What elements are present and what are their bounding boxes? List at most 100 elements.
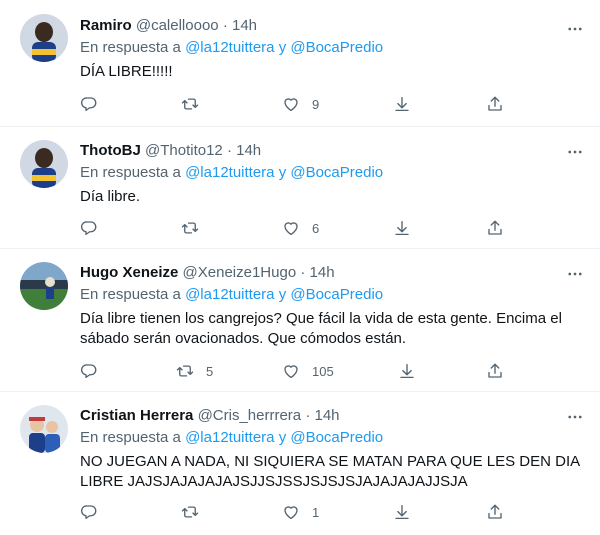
- author-name[interactable]: Hugo Xeneize: [80, 264, 178, 281]
- tweet-header: Hugo Xeneize @Xeneize1Hugo · 14h: [80, 263, 584, 283]
- reply-mentions[interactable]: @la12tuittera y @BocaPredio: [185, 286, 383, 303]
- share-icon: [486, 503, 504, 521]
- author-name[interactable]: Cristian Herrera: [80, 407, 193, 424]
- more-options-button[interactable]: [566, 408, 584, 426]
- tweet[interactable]: Hugo Xeneize @Xeneize1Hugo · 14h En resp…: [0, 249, 600, 392]
- author-handle[interactable]: @Xeneize1Hugo: [183, 264, 297, 281]
- reply-icon: [80, 362, 98, 380]
- more-options-button[interactable]: [566, 143, 584, 161]
- timestamp[interactable]: 14h: [315, 407, 340, 424]
- retweet-button[interactable]: [181, 502, 211, 522]
- timestamp[interactable]: 14h: [232, 17, 257, 34]
- tweet-text: DÍA LIBRE!!!!!: [80, 62, 584, 82]
- tweet-header: Cristian Herrera @Cris_herrrera · 14h: [80, 406, 584, 426]
- reply-button[interactable]: [80, 94, 98, 114]
- reply-button[interactable]: [80, 218, 98, 238]
- more-icon: [566, 408, 584, 426]
- share-icon: [486, 219, 504, 237]
- separator: ·: [305, 407, 311, 424]
- share-button[interactable]: [486, 218, 504, 238]
- separator: ·: [222, 17, 228, 34]
- reply-prefix: En respuesta a: [80, 164, 181, 181]
- download-button[interactable]: [393, 502, 411, 522]
- reply-prefix: En respuesta a: [80, 286, 181, 303]
- retweet-button[interactable]: 5: [176, 361, 213, 381]
- retweet-button[interactable]: [181, 94, 211, 114]
- download-button[interactable]: [393, 218, 411, 238]
- reply-icon: [80, 219, 98, 237]
- avatar-image: [20, 405, 68, 453]
- tweet-text-line: DÍA LIBRE!!!!!: [80, 63, 173, 80]
- reply-context: En respuesta a @la12tuittera y @BocaPred…: [80, 163, 584, 183]
- tweet[interactable]: ThotoBJ @Thotito12 · 14h En respuesta a …: [0, 127, 600, 249]
- heart-icon: [282, 95, 300, 113]
- tweet-text-line: sábado serán ovacionados. Que cómodos es…: [80, 330, 407, 347]
- reply-mentions[interactable]: @la12tuittera y @BocaPredio: [185, 164, 383, 181]
- avatar[interactable]: [20, 262, 68, 310]
- tweet-text-line: Día libre.: [80, 188, 141, 205]
- reply-prefix: En respuesta a: [80, 39, 181, 56]
- retweet-button[interactable]: [181, 218, 211, 238]
- avatar-image: [20, 262, 68, 310]
- download-icon: [393, 95, 411, 113]
- download-icon: [393, 503, 411, 521]
- more-options-button[interactable]: [566, 265, 584, 283]
- reply-prefix: En respuesta a: [80, 429, 181, 446]
- reply-button[interactable]: [80, 502, 98, 522]
- avatar[interactable]: [20, 14, 68, 62]
- timestamp[interactable]: 14h: [236, 142, 261, 159]
- timestamp[interactable]: 14h: [310, 264, 335, 281]
- like-button[interactable]: 6: [282, 218, 319, 238]
- retweet-icon: [181, 219, 199, 237]
- reply-icon: [80, 95, 98, 113]
- like-count: 6: [312, 220, 320, 236]
- action-bar: 9: [80, 94, 540, 114]
- download-button[interactable]: [393, 94, 411, 114]
- author-name[interactable]: ThotoBJ: [80, 142, 141, 159]
- reply-button[interactable]: [80, 361, 98, 381]
- retweet-icon: [181, 503, 199, 521]
- separator: ·: [226, 142, 232, 159]
- download-icon: [393, 219, 411, 237]
- author-handle[interactable]: @Cris_herrrera: [198, 407, 302, 424]
- like-button[interactable]: 9: [282, 94, 319, 114]
- tweet[interactable]: Cristian Herrera @Cris_herrrera · 14h En…: [0, 392, 600, 534]
- avatar-image: [20, 14, 68, 62]
- action-bar: 5 105: [80, 361, 540, 381]
- tweet-header: Ramiro @calelloooo · 14h: [80, 16, 584, 36]
- retweet-count: 5: [206, 363, 214, 379]
- action-bar: 1: [80, 502, 540, 522]
- author-handle[interactable]: @calelloooo: [136, 17, 219, 34]
- tweet[interactable]: Ramiro @calelloooo · 14h En respuesta a …: [0, 0, 600, 127]
- reply-mentions[interactable]: @la12tuittera y @BocaPredio: [185, 39, 383, 56]
- heart-icon: [282, 219, 300, 237]
- author-handle[interactable]: @Thotito12: [145, 142, 223, 159]
- heart-icon: [282, 362, 300, 380]
- download-button[interactable]: [398, 361, 416, 381]
- like-button[interactable]: 1: [282, 502, 319, 522]
- reply-mentions[interactable]: @la12tuittera y @BocaPredio: [185, 429, 383, 446]
- avatar[interactable]: [20, 405, 68, 453]
- more-icon: [566, 143, 584, 161]
- retweet-icon: [181, 95, 199, 113]
- share-button[interactable]: [486, 502, 504, 522]
- reply-context: En respuesta a @la12tuittera y @BocaPred…: [80, 285, 584, 305]
- tweet-text: Día libre tienen los cangrejos? Que fáci…: [80, 309, 584, 349]
- author-name[interactable]: Ramiro: [80, 17, 132, 34]
- tweet-text: NO JUEGAN A NADA, NI SIQUIERA SE MATAN P…: [80, 452, 584, 492]
- share-button[interactable]: [486, 94, 504, 114]
- more-icon: [566, 20, 584, 38]
- like-count: 105: [312, 363, 334, 379]
- tweet-text-line: Día libre tienen los cangrejos? Que fáci…: [80, 310, 562, 327]
- share-button[interactable]: [486, 361, 504, 381]
- more-options-button[interactable]: [566, 20, 584, 38]
- reply-context: En respuesta a @la12tuittera y @BocaPred…: [80, 38, 584, 58]
- avatar-image: [20, 140, 68, 188]
- avatar[interactable]: [20, 140, 68, 188]
- like-count: 1: [312, 504, 320, 520]
- tweet-text-line: NO JUEGAN A NADA, NI SIQUIERA SE MATAN P…: [80, 453, 581, 470]
- action-bar: 6: [80, 218, 540, 238]
- like-count: 9: [312, 96, 320, 112]
- like-button[interactable]: 105: [282, 361, 334, 381]
- tweet-text-line: LIBRE JAJSJAJAJAJAJSJJSJSSJSJSJSJAJAJAJA…: [80, 473, 468, 490]
